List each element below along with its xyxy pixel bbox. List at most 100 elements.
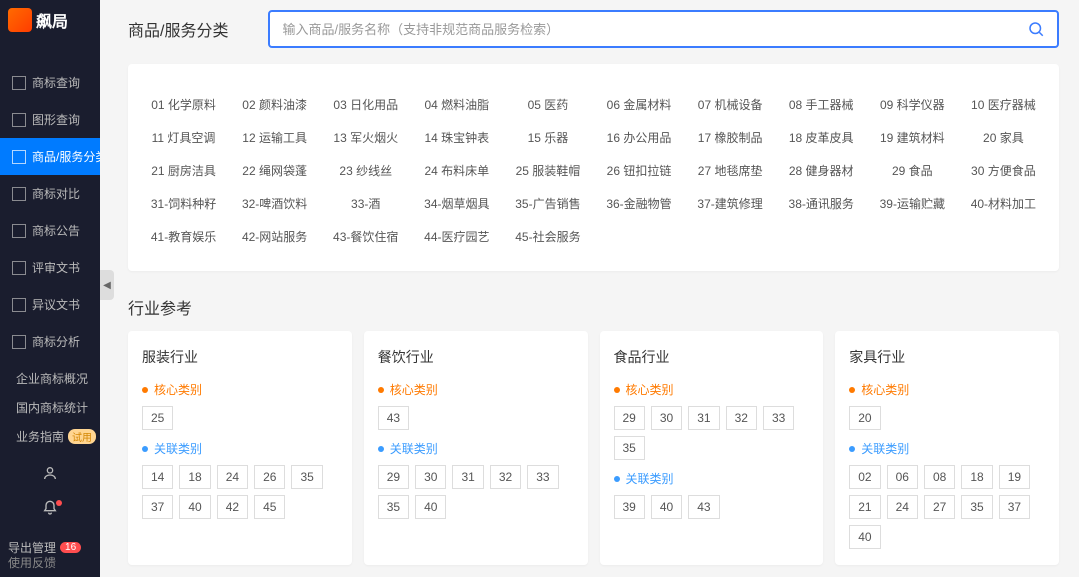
category-tag[interactable]: 35 [378,495,409,519]
category-item[interactable]: 35-广告销售 [502,187,593,220]
category-item[interactable]: 41-教育娱乐 [138,220,229,253]
category-tag[interactable]: 19 [999,465,1030,489]
category-tag[interactable]: 45 [254,495,285,519]
category-tag[interactable]: 25 [142,406,173,430]
category-item[interactable]: 30 方便食品 [958,154,1049,187]
category-tag[interactable]: 40 [651,495,682,519]
sidebar-collapse-handle[interactable]: ◀ [100,270,114,300]
category-tag[interactable]: 18 [179,465,210,489]
category-item[interactable]: 25 服装鞋帽 [502,154,593,187]
category-item[interactable]: 27 地毯席垫 [685,154,776,187]
category-item[interactable]: 12 运输工具 [229,121,320,154]
category-tag[interactable]: 37 [999,495,1030,519]
nav-item-0[interactable]: 商标查询 [0,64,100,101]
category-item[interactable]: 34-烟草烟具 [411,187,502,220]
category-item[interactable]: 22 绳网袋蓬 [229,154,320,187]
category-item[interactable]: 29 食品 [867,154,958,187]
category-tag[interactable]: 24 [217,465,248,489]
category-item[interactable]: 19 建筑材料 [867,121,958,154]
category-tag[interactable]: 40 [415,495,446,519]
nav-item-4[interactable]: 商标公告 [0,212,100,249]
category-item[interactable]: 23 纱线丝 [320,154,411,187]
category-item[interactable]: 38-通讯服务 [776,187,867,220]
category-tag[interactable]: 35 [614,436,645,460]
category-item[interactable]: 01 化学原料 [138,88,229,121]
category-tag[interactable]: 32 [726,406,757,430]
category-tag[interactable]: 26 [254,465,285,489]
category-item[interactable]: 07 机械设备 [685,88,776,121]
category-item[interactable]: 15 乐器 [502,121,593,154]
category-tag[interactable]: 32 [490,465,521,489]
category-item[interactable]: 40-材料加工 [958,187,1049,220]
category-item[interactable]: 36-金融物管 [593,187,684,220]
category-item[interactable]: 04 燃料油脂 [411,88,502,121]
nav-item-1[interactable]: 图形查询 [0,101,100,138]
category-item[interactable]: 39-运输贮藏 [867,187,958,220]
category-tag[interactable]: 14 [142,465,173,489]
category-tag[interactable]: 29 [614,406,645,430]
category-tag[interactable]: 20 [849,406,880,430]
category-item[interactable]: 37-建筑修理 [685,187,776,220]
nav-item-2[interactable]: 商品/服务分类 [0,138,100,175]
search-box[interactable] [268,10,1059,48]
category-item[interactable]: 16 办公用品 [593,121,684,154]
category-item[interactable]: 33-酒 [320,187,411,220]
category-tag[interactable]: 30 [651,406,682,430]
nav-sub-1[interactable]: 国内商标统计 [0,393,100,422]
user-icon[interactable] [0,465,100,486]
category-item[interactable]: 24 布料床单 [411,154,502,187]
bell-icon[interactable] [0,500,100,521]
search-input[interactable] [282,22,1027,37]
category-tag[interactable]: 43 [378,406,409,430]
category-tag[interactable]: 18 [961,465,992,489]
category-item[interactable]: 45-社会服务 [502,220,593,253]
category-item[interactable]: 05 医药 [502,88,593,121]
category-tag[interactable]: 37 [142,495,173,519]
category-tag[interactable]: 21 [849,495,880,519]
nav-sub-0[interactable]: 企业商标概况 [0,364,100,393]
category-item[interactable]: 26 钮扣拉链 [593,154,684,187]
category-item[interactable]: 11 灯具空调 [138,121,229,154]
nav-item-5[interactable]: 评审文书 [0,249,100,286]
category-item[interactable]: 06 金属材料 [593,88,684,121]
category-item[interactable]: 43-餐饮住宿 [320,220,411,253]
category-tag[interactable]: 33 [763,406,794,430]
category-tag[interactable]: 30 [415,465,446,489]
category-item[interactable]: 17 橡胶制品 [685,121,776,154]
category-item[interactable]: 18 皮革皮具 [776,121,867,154]
category-item[interactable]: 32-啤酒饮料 [229,187,320,220]
category-tag[interactable]: 29 [378,465,409,489]
category-item[interactable]: 21 厨房洁具 [138,154,229,187]
category-tag[interactable]: 35 [961,495,992,519]
category-tag[interactable]: 42 [217,495,248,519]
category-item[interactable]: 10 医疗器械 [958,88,1049,121]
category-tag[interactable]: 06 [887,465,918,489]
category-item[interactable]: 08 手工器械 [776,88,867,121]
feedback-link[interactable]: 使用反馈 [8,554,56,571]
category-tag[interactable]: 08 [924,465,955,489]
category-item[interactable]: 13 军火烟火 [320,121,411,154]
category-item[interactable]: 28 健身器材 [776,154,867,187]
category-tag[interactable]: 43 [688,495,719,519]
search-icon[interactable] [1027,20,1045,38]
nav-sub-2[interactable]: 业务指南试用 [0,422,100,451]
category-item[interactable]: 09 科学仪器 [867,88,958,121]
nav-item-6[interactable]: 异议文书 [0,286,100,323]
category-item[interactable]: 42-网站服务 [229,220,320,253]
category-tag[interactable]: 35 [291,465,322,489]
category-item[interactable]: 03 日化用品 [320,88,411,121]
category-tag[interactable]: 31 [688,406,719,430]
nav-item-7[interactable]: 商标分析 [0,323,100,360]
category-item[interactable]: 31-饲料种籽 [138,187,229,220]
category-tag[interactable]: 31 [452,465,483,489]
category-tag[interactable]: 40 [179,495,210,519]
category-item[interactable]: 14 珠宝钟表 [411,121,502,154]
category-item[interactable]: 20 家具 [958,121,1049,154]
category-tag[interactable]: 02 [849,465,880,489]
category-item[interactable]: 44-医疗园艺 [411,220,502,253]
nav-item-3[interactable]: 商标对比 [0,175,100,212]
category-tag[interactable]: 40 [849,525,880,549]
category-tag[interactable]: 24 [887,495,918,519]
category-item[interactable]: 02 颜料油漆 [229,88,320,121]
category-tag[interactable]: 39 [614,495,645,519]
